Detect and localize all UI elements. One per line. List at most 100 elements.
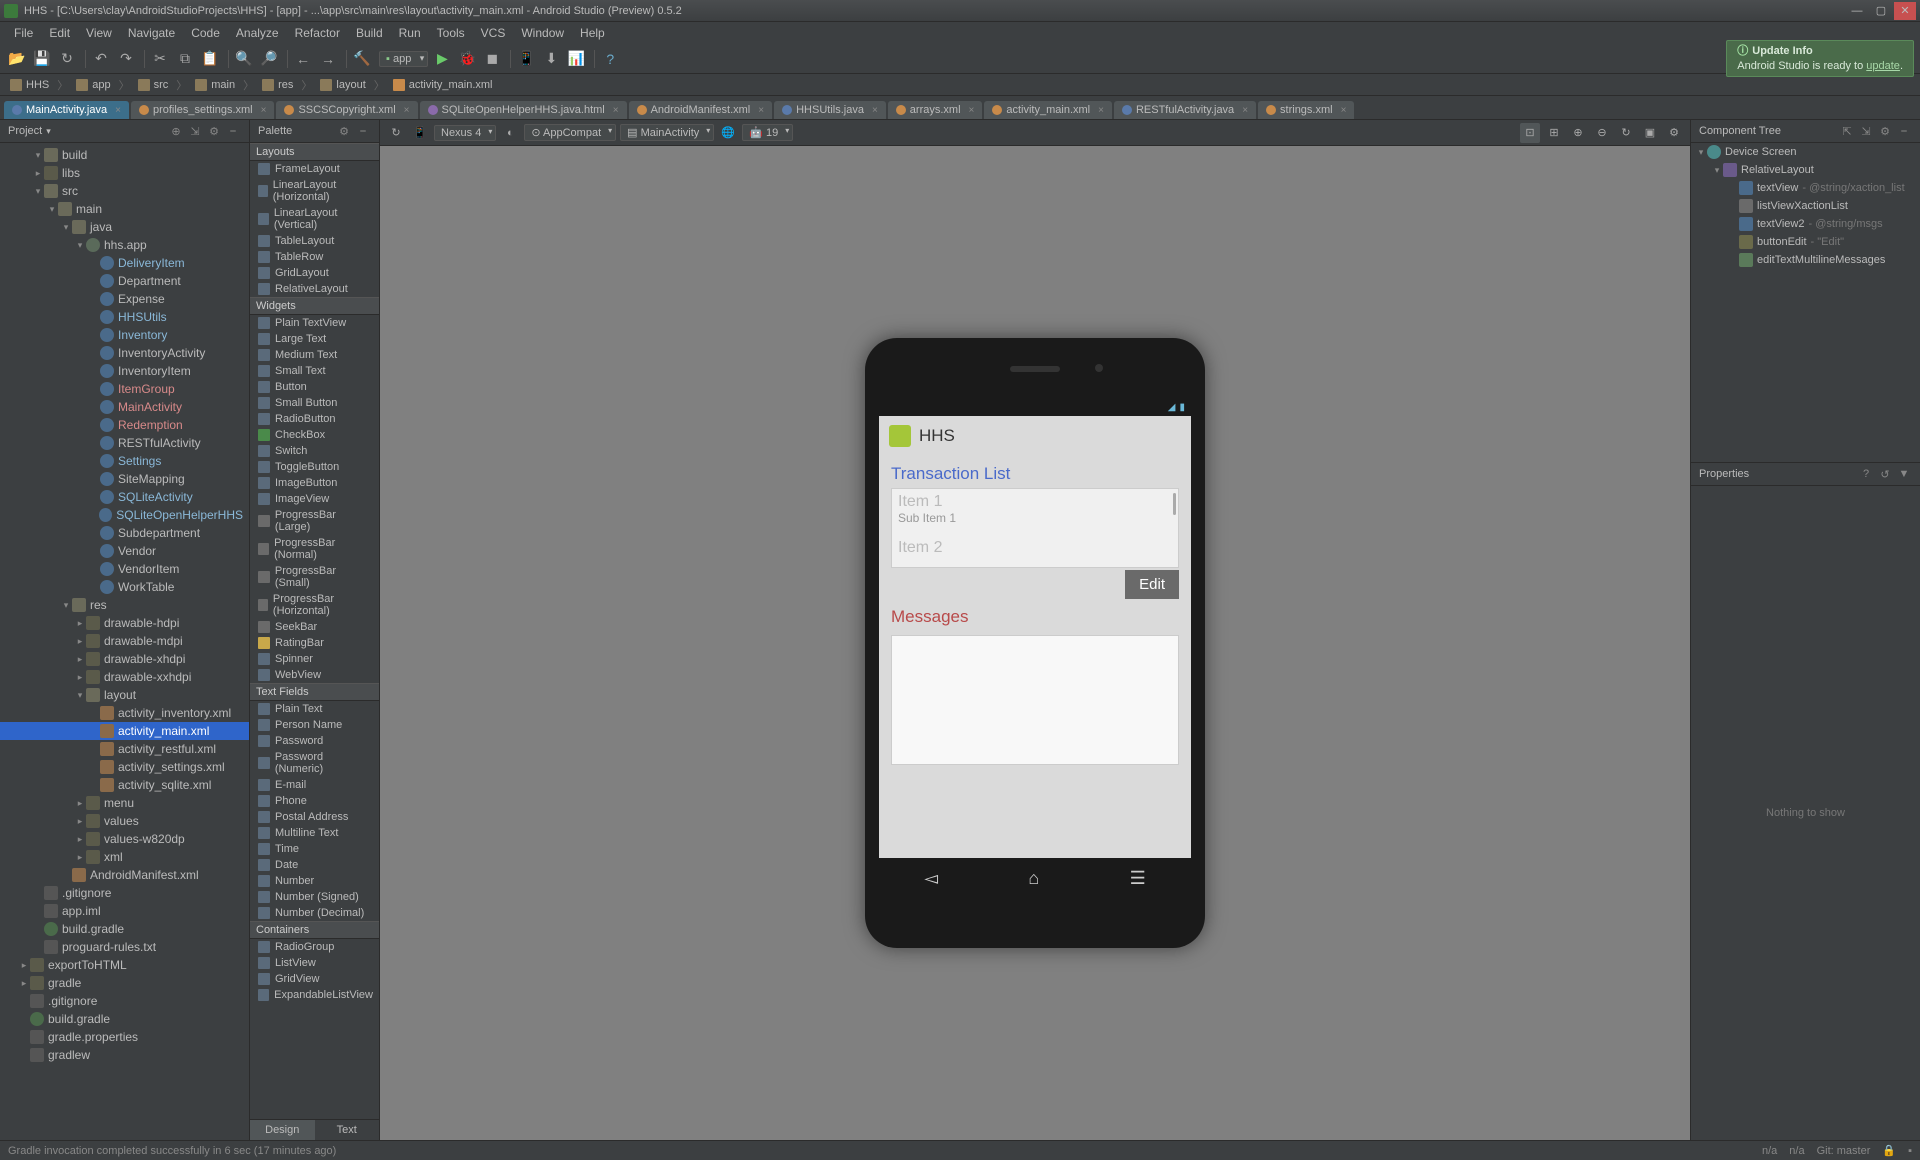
component-row[interactable]: ▾Device Screen [1691, 143, 1920, 161]
expand-icon[interactable]: ▸ [18, 960, 30, 971]
expand-all-icon[interactable]: ⇱ [1839, 123, 1855, 139]
palette-item-person-name[interactable]: Person Name [250, 717, 379, 733]
expand-icon[interactable]: ▸ [74, 852, 86, 863]
menu-edit[interactable]: Edit [41, 26, 78, 40]
tree-row[interactable]: ▸values-w820dp [0, 830, 249, 848]
tree-row[interactable]: ItemGroup [0, 380, 249, 398]
palette-item-button[interactable]: Button [250, 379, 379, 395]
palette-item-listview[interactable]: ListView [250, 955, 379, 971]
stop-icon[interactable]: ◼ [481, 48, 503, 70]
gear-icon[interactable]: ⚙ [206, 123, 222, 139]
copy-icon[interactable]: ⧉ [174, 48, 196, 70]
component-row[interactable]: buttonEdit - "Edit" [1691, 233, 1920, 251]
palette-item-medium-text[interactable]: Medium Text [250, 347, 379, 363]
refresh-icon[interactable]: ↻ [1616, 123, 1636, 143]
component-row[interactable]: editTextMultilineMessages [1691, 251, 1920, 269]
tree-row[interactable]: ▾src [0, 182, 249, 200]
tree-row[interactable]: Expense [0, 290, 249, 308]
palette-item-seekbar[interactable]: SeekBar [250, 619, 379, 635]
tree-row[interactable]: activity_restful.xml [0, 740, 249, 758]
expand-icon[interactable]: ▾ [74, 240, 86, 251]
menu-window[interactable]: Window [513, 26, 572, 40]
zoom-fit-icon[interactable]: ⊡ [1520, 123, 1540, 143]
replace-icon[interactable]: 🔎 [258, 48, 280, 70]
close-tab-icon[interactable]: × [404, 105, 410, 116]
palette-hide-icon[interactable]: ⎯ [355, 123, 371, 139]
collapse-all-icon[interactable]: ⇲ [187, 123, 203, 139]
palette-item-date[interactable]: Date [250, 857, 379, 873]
tree-row[interactable]: ▸exportToHTML [0, 956, 249, 974]
palette-item-gridlayout[interactable]: GridLayout [250, 265, 379, 281]
palette-item-imagebutton[interactable]: ImageButton [250, 475, 379, 491]
tree-row[interactable]: Settings [0, 452, 249, 470]
zoom-out-icon[interactable]: ⊖ [1592, 123, 1612, 143]
close-tab-icon[interactable]: × [1242, 105, 1248, 116]
expand-icon[interactable]: ▸ [74, 834, 86, 845]
sync-icon[interactable]: ↻ [56, 48, 78, 70]
tree-row[interactable]: ▸xml [0, 848, 249, 866]
palette-item-spinner[interactable]: Spinner [250, 651, 379, 667]
button-edit[interactable]: Edit [1125, 570, 1179, 599]
tree-row[interactable]: SQLiteActivity [0, 488, 249, 506]
palette-item-ratingbar[interactable]: RatingBar [250, 635, 379, 651]
tab-sqliteopenhelperhhs-java-html[interactable]: SQLiteOpenHelperHHS.java.html× [420, 101, 627, 119]
make-icon[interactable]: 🔨 [351, 48, 373, 70]
hide-icon[interactable]: ⎯ [225, 123, 241, 139]
palette-item-number[interactable]: Number [250, 873, 379, 889]
expand-icon[interactable]: ▸ [32, 168, 44, 179]
menu-refactor[interactable]: Refactor [287, 26, 348, 40]
edittext-multiline-messages[interactable] [891, 635, 1179, 765]
crumb-2[interactable]: src [134, 77, 192, 93]
palette-item-small-button[interactable]: Small Button [250, 395, 379, 411]
tree-row[interactable]: ▾build [0, 146, 249, 164]
zoom-in-icon[interactable]: ⊕ [1568, 123, 1588, 143]
design-canvas[interactable]: ◢ ▮ HHS Transaction List Item 1 Sub Item… [380, 146, 1690, 1140]
tree-row[interactable]: Inventory [0, 326, 249, 344]
tree-row[interactable]: activity_main.xml [0, 722, 249, 740]
palette-item-e-mail[interactable]: E-mail [250, 777, 379, 793]
palette-item-number-signed-[interactable]: Number (Signed) [250, 889, 379, 905]
component-row[interactable]: listViewXactionList [1691, 197, 1920, 215]
component-row[interactable]: textView - @string/xaction_list [1691, 179, 1920, 197]
locale-icon[interactable]: 🌐 [718, 123, 738, 143]
prop-reset-icon[interactable]: ↺ [1877, 466, 1893, 482]
tab-mainactivity-java[interactable]: MainActivity.java× [4, 101, 129, 119]
palette-item-time[interactable]: Time [250, 841, 379, 857]
crumb-5[interactable]: layout [316, 77, 388, 93]
expand-icon[interactable]: ▸ [74, 618, 86, 629]
tree-row[interactable]: ▾java [0, 218, 249, 236]
prop-filter-icon[interactable]: ▼ [1896, 466, 1912, 482]
expand-icon[interactable]: ▸ [74, 636, 86, 647]
run-config-combo[interactable]: ▪ app [379, 51, 428, 67]
tree-row[interactable]: ▸values [0, 812, 249, 830]
expand-icon[interactable]: ▸ [74, 654, 86, 665]
theme-icon[interactable]: ◐ [500, 123, 520, 143]
save-icon[interactable]: 💾 [31, 48, 53, 70]
tab-hhsutils-java[interactable]: HHSUtils.java× [774, 101, 886, 119]
menu-view[interactable]: View [78, 26, 120, 40]
tree-row[interactable]: ▾hhs.app [0, 236, 249, 254]
expand-icon[interactable]: ▾ [32, 150, 44, 161]
palette-item-linearlayout-vertical-[interactable]: LinearLayout (Vertical) [250, 205, 379, 233]
menu-file[interactable]: File [6, 26, 41, 40]
palette-item-progressbar-large-[interactable]: ProgressBar (Large) [250, 507, 379, 535]
tree-row[interactable]: InventoryActivity [0, 344, 249, 362]
status-indicator-icon[interactable]: ▪ [1908, 1145, 1912, 1157]
update-notice[interactable]: ⓘUpdate Info Android Studio is ready to … [1726, 40, 1914, 77]
palette-item-checkbox[interactable]: CheckBox [250, 427, 379, 443]
close-tab-icon[interactable]: × [261, 105, 267, 116]
palette-item-framelayout[interactable]: FrameLayout [250, 161, 379, 177]
debug-icon[interactable]: 🐞 [456, 48, 478, 70]
tree-row[interactable]: ▸libs [0, 164, 249, 182]
tab-sscscopyright-xml[interactable]: SSCSCopyright.xml× [276, 101, 417, 119]
expand-icon[interactable]: ▾ [60, 222, 72, 233]
tree-row[interactable]: RESTfulActivity [0, 434, 249, 452]
tree-row[interactable]: gradle.properties [0, 1028, 249, 1046]
close-button[interactable]: ✕ [1894, 2, 1916, 20]
collapse-icon[interactable]: ⇲ [1858, 123, 1874, 139]
zoom-actual-icon[interactable]: ⊞ [1544, 123, 1564, 143]
crumb-3[interactable]: main [191, 77, 258, 93]
paste-icon[interactable]: 📋 [199, 48, 221, 70]
tree-row[interactable]: ▾layout [0, 686, 249, 704]
palette-item-password-numeric-[interactable]: Password (Numeric) [250, 749, 379, 777]
